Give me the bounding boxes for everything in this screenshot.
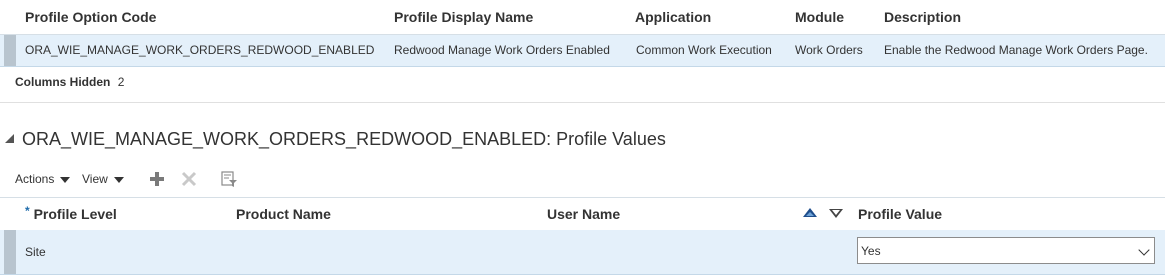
chevron-down-icon [113, 176, 124, 183]
cell-profile-option-code: ORA_WIE_MANAGE_WORK_ORDERS_REDWOOD_ENABL… [25, 43, 375, 57]
cell-description: Enable the Redwood Manage Work Orders Pa… [884, 43, 1148, 57]
profile-value-selected: Yes [861, 244, 881, 258]
sort-ascending-icon-highlight [806, 212, 814, 216]
sort-descending-icon-fill [832, 210, 840, 215]
columns-hidden-label: Columns Hidden [15, 75, 111, 89]
collapse-icon[interactable] [4, 133, 16, 145]
row-selection-indicator [4, 230, 16, 274]
cell-module: Work Orders [795, 43, 863, 57]
column-header-product-name[interactable]: Product Name [236, 206, 331, 222]
chevron-down-icon [1138, 244, 1150, 256]
add-icon[interactable] [148, 170, 166, 188]
profile-values-table-header: * Profile Level Product Name User Name P… [0, 197, 1165, 231]
column-header-profile-value[interactable]: Profile Value [858, 206, 942, 222]
column-header-description[interactable]: Description [884, 9, 961, 25]
section-title: ORA_WIE_MANAGE_WORK_ORDERS_REDWOOD_ENABL… [22, 129, 666, 149]
column-header-profile-level-label: Profile Level [33, 206, 117, 222]
column-header-module[interactable]: Module [795, 9, 844, 25]
profile-table-header: Profile Option Code Profile Display Name… [0, 0, 1165, 35]
cell-application: Common Work Execution [636, 43, 772, 57]
delete-icon[interactable] [180, 170, 198, 188]
column-header-profile-option-code[interactable]: Profile Option Code [25, 9, 156, 25]
column-header-application[interactable]: Application [635, 9, 711, 25]
column-header-user-name[interactable]: User Name [547, 206, 620, 222]
profile-table-row[interactable]: ORA_WIE_MANAGE_WORK_ORDERS_REDWOOD_ENABL… [0, 35, 1165, 67]
cell-profile-display-name: Redwood Manage Work Orders Enabled [394, 43, 610, 57]
view-menu[interactable]: View [82, 172, 124, 186]
row-selection-indicator [4, 35, 16, 66]
view-menu-label: View [82, 172, 108, 186]
required-marker: * [25, 204, 30, 218]
chevron-down-icon [60, 176, 71, 183]
query-by-example-icon[interactable] [220, 170, 238, 188]
column-header-profile-display-name[interactable]: Profile Display Name [394, 9, 533, 25]
actions-menu-label: Actions [15, 172, 55, 186]
column-header-profile-level[interactable]: * Profile Level [25, 204, 117, 222]
columns-hidden-count: 2 [117, 75, 125, 89]
profile-value-select[interactable]: Yes [857, 237, 1155, 264]
actions-menu[interactable]: Actions [15, 172, 71, 186]
columns-hidden-indicator[interactable]: Columns Hidden 2 [15, 75, 124, 89]
cell-profile-level: Site [25, 245, 46, 259]
section-divider [0, 102, 1165, 103]
